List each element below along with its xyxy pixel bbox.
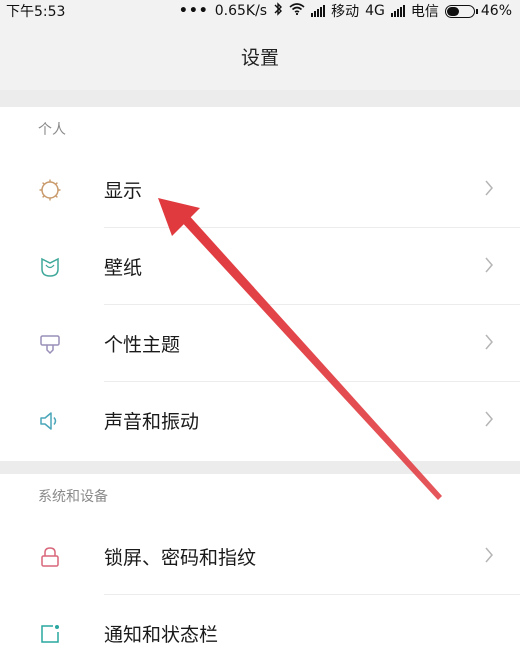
section-system: 系统和设备 锁屏、密码和指纹 通知和状态栏: [0, 474, 520, 661]
battery-fill: [446, 6, 459, 16]
chevron-right-icon: [484, 546, 494, 568]
settings-item-label: 通知和状态栏: [104, 624, 219, 646]
wifi-icon: [289, 3, 305, 19]
settings-item-wallpaper[interactable]: 壁纸: [0, 228, 520, 305]
signal-icon-2: [390, 5, 405, 17]
settings-item-label: 个性主题: [104, 334, 181, 356]
settings-item-label: 锁屏、密码和指纹: [104, 547, 257, 569]
settings-item-theme[interactable]: 个性主题: [0, 305, 520, 382]
section-title-personal: 个人: [38, 122, 66, 138]
status-bar: 下午5:53 ••• 0.65K/s 移动 4G 电信 46%: [0, 0, 520, 22]
settings-item-label: 显示: [104, 180, 143, 202]
network-speed: 0.65K/s: [214, 3, 268, 19]
header: 设置: [0, 22, 520, 90]
battery-icon: [444, 4, 478, 18]
chevron-right-icon: [484, 179, 494, 201]
signal-icon-1: [311, 5, 326, 17]
settings-item-lock[interactable]: 锁屏、密码和指纹: [0, 518, 520, 595]
wallpaper-icon: [37, 254, 63, 280]
settings-item-label: 声音和振动: [104, 411, 200, 433]
lock-icon: [37, 544, 63, 570]
speaker-icon: [37, 408, 63, 434]
bluetooth-icon: [273, 2, 283, 20]
carrier-2: 电信: [410, 4, 439, 20]
chevron-right-icon: [484, 333, 494, 355]
section-divider: [0, 461, 520, 474]
network-type: 4G: [365, 3, 385, 19]
settings-item-sound[interactable]: 声音和振动: [0, 382, 520, 459]
chevron-right-icon: [484, 410, 494, 432]
page-title: 设置: [240, 46, 279, 69]
brightness-icon: [37, 177, 63, 203]
section-title-system: 系统和设备: [38, 489, 108, 505]
status-indicators: ••• 0.65K/s 移动 4G 电信 46%: [179, 1, 512, 21]
section-personal: 个人 显示 壁纸 个性主题 声音和振动: [0, 107, 520, 461]
status-time: 下午5:53: [6, 4, 66, 20]
carrier-1: 移动: [331, 4, 360, 20]
chevron-right-icon: [484, 256, 494, 278]
settings-item-label: 壁纸: [104, 257, 143, 279]
notification-icon: [37, 621, 63, 647]
settings-item-display[interactable]: 显示: [0, 151, 520, 228]
battery-percent: 46%: [480, 3, 512, 19]
settings-item-notifications[interactable]: 通知和状态栏: [0, 595, 520, 661]
more-notifications-icon: •••: [178, 3, 209, 19]
theme-brush-icon: [37, 331, 63, 357]
header-divider: [0, 90, 520, 107]
